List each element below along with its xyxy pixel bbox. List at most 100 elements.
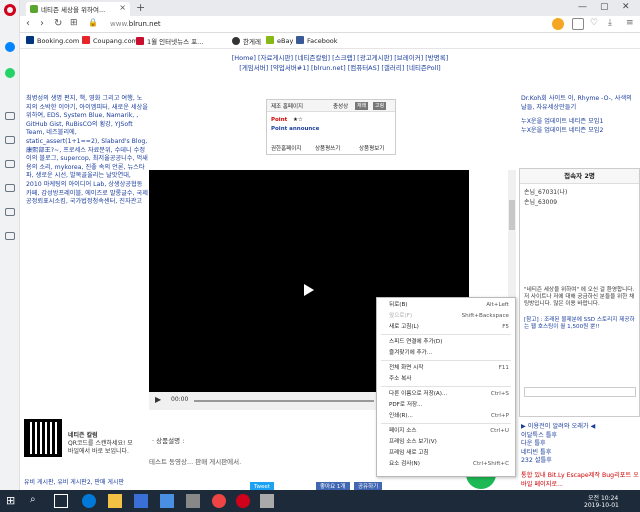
context-menu-item[interactable]: PDF로 저장...: [377, 400, 515, 410]
chat-notice[interactable]: [참고] : 조래된 물제분에 SSD 스토리지 제공하는 웹 호스팅이 월 1…: [524, 317, 638, 331]
chat-input[interactable]: [524, 387, 636, 397]
point-announce-label: Point announce: [271, 126, 320, 132]
web-page: [Home] [자료게시판] [네티즌칼럼] [스크랩] [광고게시판] [브레…: [20, 49, 640, 490]
app-gray-icon[interactable]: [260, 494, 274, 508]
tabs-icon[interactable]: [5, 160, 15, 168]
edge-icon[interactable]: [82, 494, 96, 508]
chat-user-1[interactable]: 손님_67031(나): [524, 187, 567, 196]
footer-links[interactable]: 유비 게시판, 유비 게시판2, 판매 게시판: [24, 477, 124, 486]
context-menu-item[interactable]: 요소 검사(N) Ctrl+Shift+C: [377, 459, 515, 469]
search-icon[interactable]: ⌕: [30, 494, 44, 508]
context-menu-label: 주소 복사: [389, 376, 412, 382]
messenger-icon[interactable]: [5, 42, 15, 52]
adblock-icon[interactable]: [552, 18, 564, 30]
opera-logo-icon[interactable]: [4, 4, 16, 16]
bookmark-news[interactable]: 1월 인터넷뉴스 포...: [136, 36, 203, 46]
context-menu-label: PDF로 저장...: [389, 402, 423, 408]
context-menu-item[interactable]: 주소 복사: [377, 374, 515, 384]
context-menu-item[interactable]: 즐겨찾기에 추가...: [377, 348, 515, 358]
context-menu-label: 인쇄(R)...: [389, 413, 413, 419]
product-button-1[interactable]: 재래: [355, 102, 369, 110]
reload-icon[interactable]: ↻: [54, 18, 62, 29]
context-menu-shortcut: Alt+Left: [486, 302, 509, 308]
close-tab-icon[interactable]: ×: [119, 3, 126, 12]
bookmark-ebay[interactable]: eBay: [266, 36, 293, 45]
topnav-line-2[interactable]: [게임서버] [약업서버#1] [blrun.net] [컴퓨터AS] [갤러리…: [220, 63, 460, 73]
product-description-title: · 상품설명 :: [152, 437, 185, 445]
right-bottom-1[interactable]: ▶ 이용전이 알려와 오래가 ◀: [521, 423, 639, 432]
right-link-1[interactable]: 누X운을 업데이트 네티즌 모임1: [521, 118, 639, 127]
bookmark-facebook[interactable]: Facebook: [296, 36, 338, 45]
right-bottom-5[interactable]: 232 설틀후: [521, 457, 639, 466]
context-menu-item[interactable]: 인쇄(R)... Ctrl+P: [377, 411, 515, 421]
tweet-button[interactable]: Tweet: [250, 482, 274, 490]
app-icon[interactable]: [186, 494, 200, 508]
personal-news-icon[interactable]: [5, 208, 15, 216]
like-button[interactable]: 좋아요 1개: [316, 482, 350, 490]
context-menu-item[interactable]: 뒤로(B) Alt+Left: [377, 300, 515, 310]
context-menu-item[interactable]: 페이지 소스 Ctrl+U: [377, 426, 515, 436]
task-view-icon[interactable]: [54, 494, 68, 508]
play-icon[interactable]: [304, 284, 314, 296]
product-description-body: 테스트 동영상... 판매 게시판에서.: [149, 458, 242, 466]
bookmark-booking[interactable]: Booking.com: [26, 36, 79, 45]
context-menu-item[interactable]: 스피드 연결에 추가(D): [377, 337, 515, 347]
video-seekbar[interactable]: [194, 400, 374, 402]
history-icon[interactable]: [5, 184, 15, 192]
tab-active[interactable]: 네티즌 세상을 위하여... ×: [26, 2, 130, 16]
context-menu-item[interactable]: 앞으로(F) Shift+Backspace: [377, 311, 515, 321]
mail-icon[interactable]: [160, 494, 174, 508]
context-menu-item[interactable]: 프레임 새로 고침: [377, 448, 515, 458]
menu-icon[interactable]: ≡: [626, 18, 638, 30]
whatsapp-icon[interactable]: [5, 68, 15, 78]
video-play-icon[interactable]: ▶: [155, 395, 161, 404]
bookmarks-icon[interactable]: [5, 136, 15, 144]
opera-taskbar-icon[interactable]: [236, 494, 250, 508]
back-icon[interactable]: ‹: [26, 18, 30, 29]
bookmark-heart-icon[interactable]: ♡: [590, 18, 602, 30]
speed-dial-icon[interactable]: [5, 112, 15, 120]
url-field[interactable]: www.blrun.net: [110, 18, 550, 31]
right-bottom-6[interactable]: 통합 있내 Bit.Ly Escape제작 Bug리포트 오바일 페이지로...: [521, 472, 639, 489]
forward-icon[interactable]: ›: [40, 18, 44, 29]
minimize-icon[interactable]: —: [578, 2, 587, 12]
opera-sidebar: [0, 0, 20, 490]
context-menu-item[interactable]: 다른 이름으로 저장(A)... Ctrl+S: [377, 389, 515, 399]
product-country-label: 충성상: [333, 104, 349, 110]
chat-user-2[interactable]: 손님_63009: [524, 197, 557, 206]
context-menu-separator: [381, 423, 511, 424]
new-tab-icon[interactable]: +: [136, 1, 145, 14]
share-button[interactable]: 공유하기: [354, 482, 383, 490]
news-icon: [136, 37, 144, 45]
clock-time[interactable]: 오전 10:24: [588, 493, 618, 502]
context-menu-item[interactable]: 프레임 소스 보기(V): [377, 437, 515, 447]
right-text-1[interactable]: Dr.Koh회 사이트 이, Rhyme -O-, 사색의 날들, 자유세상만들…: [521, 95, 639, 112]
right-link-2[interactable]: 누X운을 업데이트 네티즌 모임2: [521, 127, 639, 136]
product-button-2[interactable]: 고링: [373, 102, 387, 110]
homepage-link[interactable]: 권한홈페이지: [271, 144, 301, 152]
bookmark-coupang[interactable]: Coupang.com: [82, 36, 138, 45]
clock-date[interactable]: 2019-10-01: [584, 502, 619, 509]
maximize-icon[interactable]: ▢: [600, 2, 609, 12]
file-explorer-icon[interactable]: [108, 494, 122, 508]
close-window-icon[interactable]: ✕: [622, 2, 630, 12]
product-header: 제조 홈페이지 충성상 재래 고링: [267, 100, 395, 112]
snapshot-icon[interactable]: [572, 18, 584, 30]
write-review-link[interactable]: 상품평쓰기: [315, 144, 340, 152]
right-bottom-3[interactable]: 다운 틀후: [521, 440, 639, 449]
scrollbar-thumb[interactable]: [509, 200, 515, 230]
product-header-label[interactable]: 제조 홈페이지: [271, 102, 303, 110]
left-link-column[interactable]: 최병성의 생명 편지, 책, 영화 그리고 여행, 노지의 소박한 이야기, 아…: [26, 95, 148, 207]
bookmark-hankyoreh[interactable]: 한게레: [232, 36, 261, 46]
settings-icon[interactable]: [5, 232, 15, 240]
context-menu-item[interactable]: 전체 화면 시작 F11: [377, 363, 515, 373]
app-red-icon[interactable]: [212, 494, 226, 508]
speed-dial-grid-icon[interactable]: ⊞: [70, 18, 78, 28]
right-bottom-2[interactable]: 이달특스 틀후: [521, 432, 639, 441]
windows-start-icon[interactable]: ⊞: [6, 494, 20, 508]
view-review-link[interactable]: 상품평보기: [359, 144, 384, 152]
store-icon[interactable]: [134, 494, 148, 508]
context-menu-item[interactable]: 새로 고침(L) F5: [377, 322, 515, 332]
download-icon[interactable]: ⤓: [608, 18, 620, 30]
topnav-line-1[interactable]: [Home] [자료게시판] [네티즌칼럼] [스크랩] [광고게시판] [브레…: [220, 53, 460, 63]
